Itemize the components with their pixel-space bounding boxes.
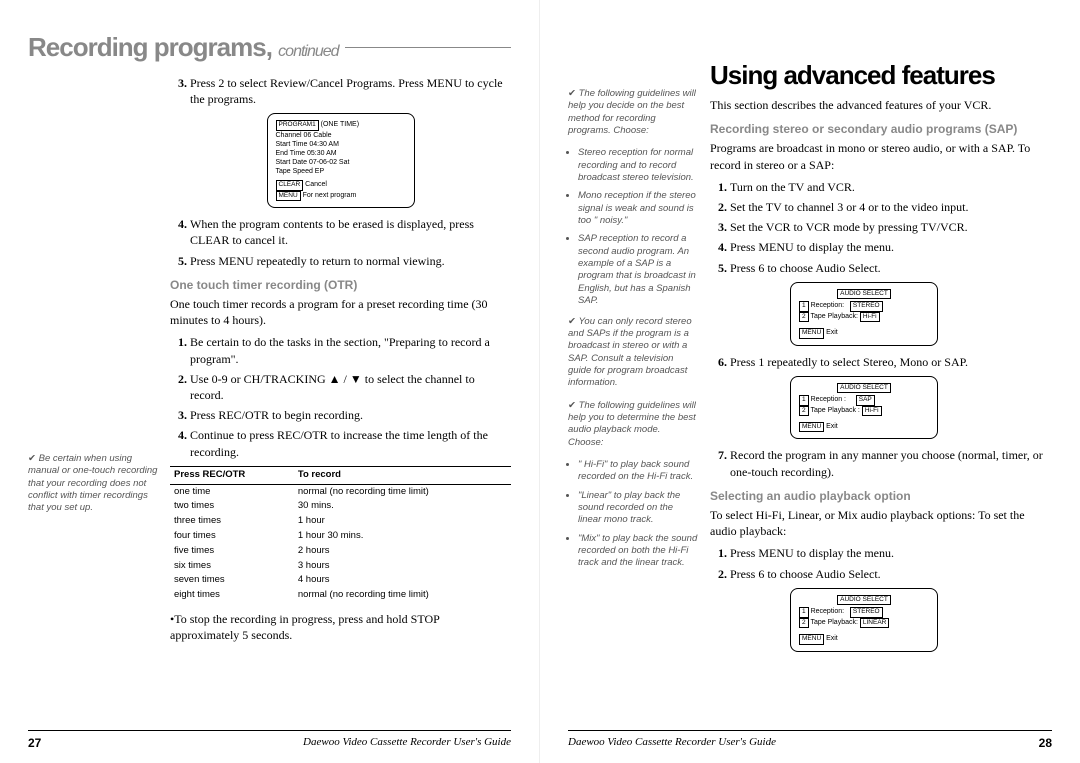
- page-spread: Recording programs, continued Be certain…: [0, 0, 1080, 763]
- audio-select-screen-b: AUDIO SELECT 1 Reception : SAP 2 Tape Pl…: [790, 376, 938, 440]
- left-sidebar: Be certain when using manual or one-touc…: [28, 73, 158, 649]
- page-title-right: Using advanced features: [710, 58, 1052, 93]
- footer-right: Daewoo Video Cassette Recorder User's Gu…: [568, 730, 1052, 751]
- playback-steps: Press MENU to display the menu. Press 6 …: [710, 545, 1052, 581]
- tip-recording-conflict: Be certain when using manual or one-touc…: [28, 453, 158, 515]
- footer-left: 27Daewoo Video Cassette Recorder User's …: [28, 730, 511, 751]
- page-27: Recording programs, continued Be certain…: [0, 0, 540, 763]
- page-28: The following guidelines will help you d…: [540, 0, 1080, 763]
- sap-heading: Recording stereo or secondary audio prog…: [710, 121, 1052, 137]
- rec-otr-table: Press REC/OTRTo record one timenormal (n…: [170, 466, 511, 603]
- playback-heading: Selecting an audio playback option: [710, 488, 1052, 504]
- program-screen: PROGRAM1 (ONE TIME) Channel 06 CableStar…: [267, 113, 415, 208]
- stop-note: •To stop the recording in progress, pres…: [170, 611, 511, 643]
- page-title-left: Recording programs, continued: [28, 30, 339, 65]
- otr-steps: Be certain to do the tasks in the sectio…: [170, 334, 511, 459]
- cancel-steps: Press 2 to select Review/Cancel Programs…: [170, 75, 511, 107]
- sap-steps: Turn on the TV and VCR. Set the TV to ch…: [710, 179, 1052, 276]
- audio-select-screen-a: AUDIO SELECT 1 Reception: STEREO 2 Tape …: [790, 282, 938, 346]
- right-sidebar: The following guidelines will help you d…: [568, 58, 698, 660]
- otr-heading: One touch timer recording (OTR): [170, 277, 511, 293]
- audio-select-screen-c: AUDIO SELECT 1 Reception: STEREO 2 Tape …: [790, 588, 938, 652]
